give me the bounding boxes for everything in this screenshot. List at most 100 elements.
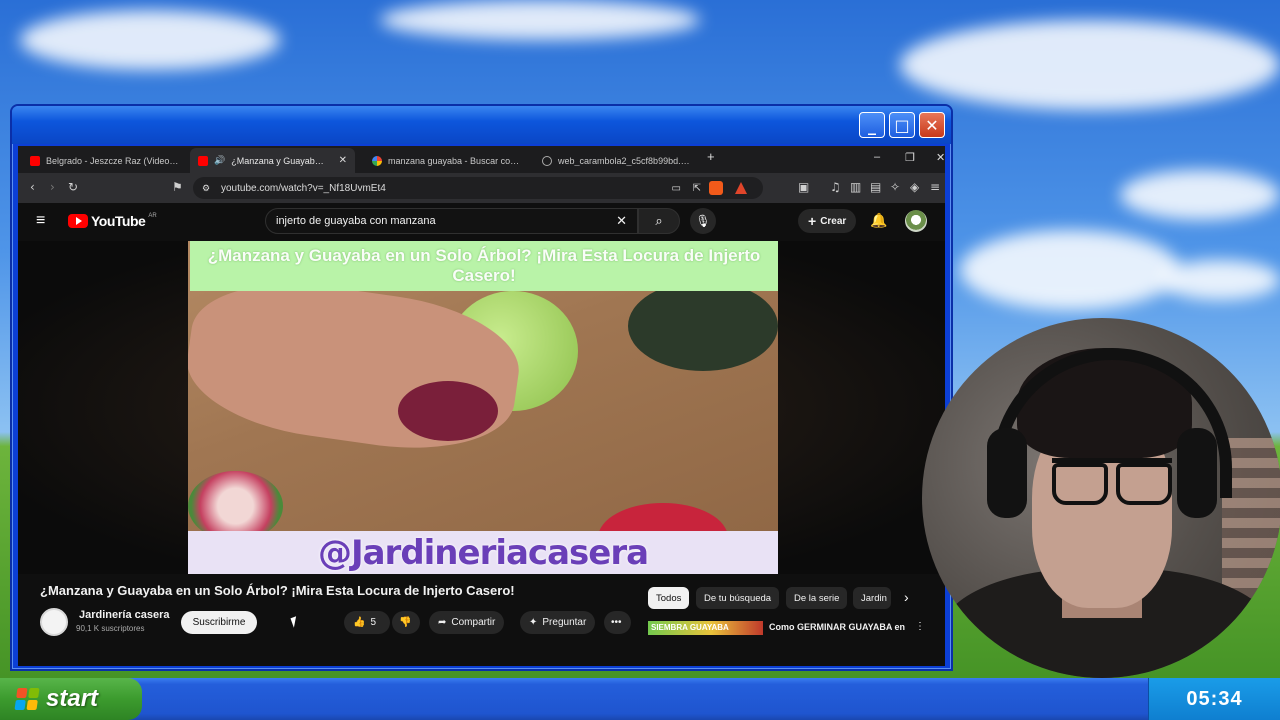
right-earcup bbox=[1177, 428, 1217, 518]
tab-label: ¿Manzana y Guayaba en un So bbox=[231, 155, 328, 166]
clear-search-icon[interactable]: ✕ bbox=[616, 213, 627, 229]
voice-search-button[interactable]: 🎙 bbox=[690, 208, 716, 234]
subscribe-button[interactable]: Suscribirme bbox=[181, 611, 257, 634]
recommendation-menu-icon[interactable]: ⋮ bbox=[915, 621, 925, 632]
plus-icon: + bbox=[808, 213, 817, 229]
window-restore-button[interactable]: ❐ bbox=[905, 151, 915, 164]
video-caption-banner: ¿Manzana y Guayaba en un Solo Árbol? ¡Mi… bbox=[190, 241, 778, 291]
system-tray: 05:34 bbox=[1148, 678, 1280, 720]
channel-avatar[interactable] bbox=[40, 608, 68, 636]
xp-browser-window: _ □ ✕ Belgrado - Jeszcze Raz (Videoclip)… bbox=[10, 104, 953, 671]
share-arrow-icon: ➦ bbox=[438, 617, 447, 628]
video-frame[interactable]: ¿Manzana y Guayaba en un Solo Árbol? ¡Mi… bbox=[188, 241, 778, 574]
bookmark-icon[interactable]: ⚑ bbox=[172, 180, 183, 194]
sparkle-icon: ✦ bbox=[529, 617, 538, 628]
ask-button[interactable]: ✦ Preguntar bbox=[520, 611, 596, 634]
video-player[interactable]: ¿Manzana y Guayaba en un Solo Árbol? ¡Mi… bbox=[18, 241, 945, 574]
reload-icon[interactable]: ↻ bbox=[68, 180, 78, 194]
search-input[interactable]: injerto de guayaba con manzana ✕ bbox=[265, 208, 638, 234]
youtube-header: ≡ YouTube AR injerto de guayaba con manz… bbox=[18, 203, 945, 241]
xp-maximize-button[interactable]: □ bbox=[889, 112, 915, 138]
xp-title-bar[interactable]: _ □ ✕ bbox=[12, 106, 951, 144]
recommendation-title[interactable]: Como GERMINAR GUAYABA en bbox=[769, 622, 905, 632]
window-minimize-button[interactable]: – bbox=[874, 151, 880, 163]
apple-piece bbox=[398, 381, 498, 441]
window-close-button[interactable]: ✕ bbox=[936, 151, 945, 164]
start-button[interactable]: start bbox=[0, 678, 142, 720]
video-title: ¿Manzana y Guayaba en un Solo Árbol? ¡Mi… bbox=[40, 583, 515, 598]
windows-flag-icon bbox=[14, 688, 40, 710]
chip-de-la-serie[interactable]: De la serie bbox=[786, 587, 848, 609]
vpn-icon[interactable]: ◈ bbox=[910, 180, 919, 194]
channel-name[interactable]: Jardinería casera bbox=[79, 609, 170, 621]
subscriber-count: 90,1 K suscriptores bbox=[76, 624, 145, 633]
reader-icon[interactable]: ▣ bbox=[798, 180, 809, 194]
search-icon: ⌕ bbox=[655, 213, 663, 228]
notifications-bell-icon[interactable]: 🔔 bbox=[870, 212, 887, 229]
cast-icon[interactable]: ▭ bbox=[672, 183, 681, 194]
youtube-logo[interactable]: YouTube AR bbox=[68, 213, 157, 229]
ask-label: Preguntar bbox=[542, 617, 587, 628]
ai-icon[interactable]: ✧ bbox=[890, 180, 900, 194]
left-earcup bbox=[987, 428, 1027, 518]
url-text: youtube.com/watch?v=_Nf18UvmEt4 bbox=[221, 182, 386, 194]
new-tab-button[interactable]: + bbox=[707, 149, 715, 164]
xp-minimize-button[interactable]: _ bbox=[859, 112, 885, 138]
youtube-play-icon bbox=[68, 214, 88, 228]
share-button[interactable]: ➦ Compartir bbox=[429, 611, 505, 634]
thumbs-up-icon: 👍 bbox=[353, 617, 366, 628]
google-icon bbox=[372, 155, 382, 166]
microphone-icon: 🎙 bbox=[695, 214, 711, 228]
create-label: Crear bbox=[820, 215, 847, 227]
tab-label: web_carambola2_c5cf8b99bd.jpg (79 bbox=[558, 155, 691, 166]
start-label: start bbox=[46, 685, 99, 712]
chip-de-tu-busqueda[interactable]: De tu búsqueda bbox=[696, 587, 780, 609]
browser-toolbar: ‹ › ↻ ⚑ ⚙ youtube.com/watch?v=_Nf18UvmEt… bbox=[18, 173, 945, 203]
youtube-icon bbox=[30, 155, 40, 166]
tab-belgrado[interactable]: Belgrado - Jeszcze Raz (Videoclip) - Y bbox=[22, 148, 187, 173]
chip-jardin[interactable]: Jardin bbox=[853, 587, 891, 609]
youtube-icon bbox=[198, 155, 208, 166]
search-button[interactable]: ⌕ bbox=[638, 208, 680, 234]
youtube-wordmark: YouTube bbox=[91, 213, 146, 229]
thumbs-down-icon: 👎 bbox=[399, 617, 412, 628]
tab-manzana-guayaba[interactable]: 🔊 ¿Manzana y Guayaba en un So ✕ bbox=[190, 148, 355, 173]
avocado-fruit bbox=[628, 281, 778, 371]
sidebar-icon[interactable]: ▥ bbox=[850, 180, 861, 194]
channel-watermark: @Jardineriacasera bbox=[317, 532, 649, 573]
forward-icon[interactable]: › bbox=[50, 180, 55, 194]
xp-taskbar: start 05:34 bbox=[0, 678, 1280, 720]
tab-label: Belgrado - Jeszcze Raz (Videoclip) - Y bbox=[46, 155, 179, 166]
back-icon[interactable]: ‹ bbox=[30, 180, 35, 194]
share-icon[interactable]: ⇱ bbox=[693, 183, 701, 194]
tab-close-icon[interactable]: ✕ bbox=[339, 155, 347, 166]
menu-icon[interactable]: ≡ bbox=[930, 180, 940, 194]
account-avatar[interactable] bbox=[905, 210, 927, 232]
tab-label: manzana guayaba - Buscar con Goo bbox=[388, 155, 521, 166]
browser: Belgrado - Jeszcze Raz (Videoclip) - Y 🔊… bbox=[18, 146, 945, 666]
like-button[interactable]: 👍 5 bbox=[344, 611, 390, 634]
clock[interactable]: 05:34 bbox=[1186, 688, 1242, 711]
dislike-button[interactable]: 👎 bbox=[392, 611, 420, 634]
brave-shield-icon[interactable] bbox=[709, 181, 723, 195]
tab-strip: Belgrado - Jeszcze Raz (Videoclip) - Y 🔊… bbox=[18, 146, 945, 173]
address-bar[interactable]: ⚙ youtube.com/watch?v=_Nf18UvmEt4 ▭ ⇱ bbox=[193, 177, 763, 199]
tab-carambola-image[interactable]: web_carambola2_c5cf8b99bd.jpg (79 bbox=[534, 148, 699, 173]
speaker-icon: 🔊 bbox=[214, 155, 226, 165]
search-query: injerto de guayaba con manzana bbox=[276, 215, 436, 227]
share-label: Compartir bbox=[451, 617, 496, 628]
watermark-bar: @Jardineriacasera bbox=[188, 531, 778, 574]
chips-next-icon[interactable]: › bbox=[904, 589, 909, 605]
chip-todos[interactable]: Todos bbox=[648, 587, 690, 609]
site-info-icon[interactable]: ⚙ bbox=[202, 183, 210, 194]
recommendation-thumbnail[interactable]: SIEMBRA GUAYABA bbox=[648, 621, 763, 635]
create-button[interactable]: + Crear bbox=[798, 209, 857, 233]
more-actions-button[interactable]: ••• bbox=[604, 611, 631, 634]
music-icon[interactable]: ♫ bbox=[830, 180, 841, 194]
glasses bbox=[1052, 458, 1172, 505]
wallet-icon[interactable]: ▤ bbox=[870, 180, 881, 194]
tab-google-search[interactable]: manzana guayaba - Buscar con Goo bbox=[364, 148, 529, 173]
hamburger-menu-icon[interactable]: ≡ bbox=[36, 212, 45, 230]
brave-rewards-icon[interactable] bbox=[735, 182, 747, 194]
xp-close-button[interactable]: ✕ bbox=[919, 112, 945, 138]
